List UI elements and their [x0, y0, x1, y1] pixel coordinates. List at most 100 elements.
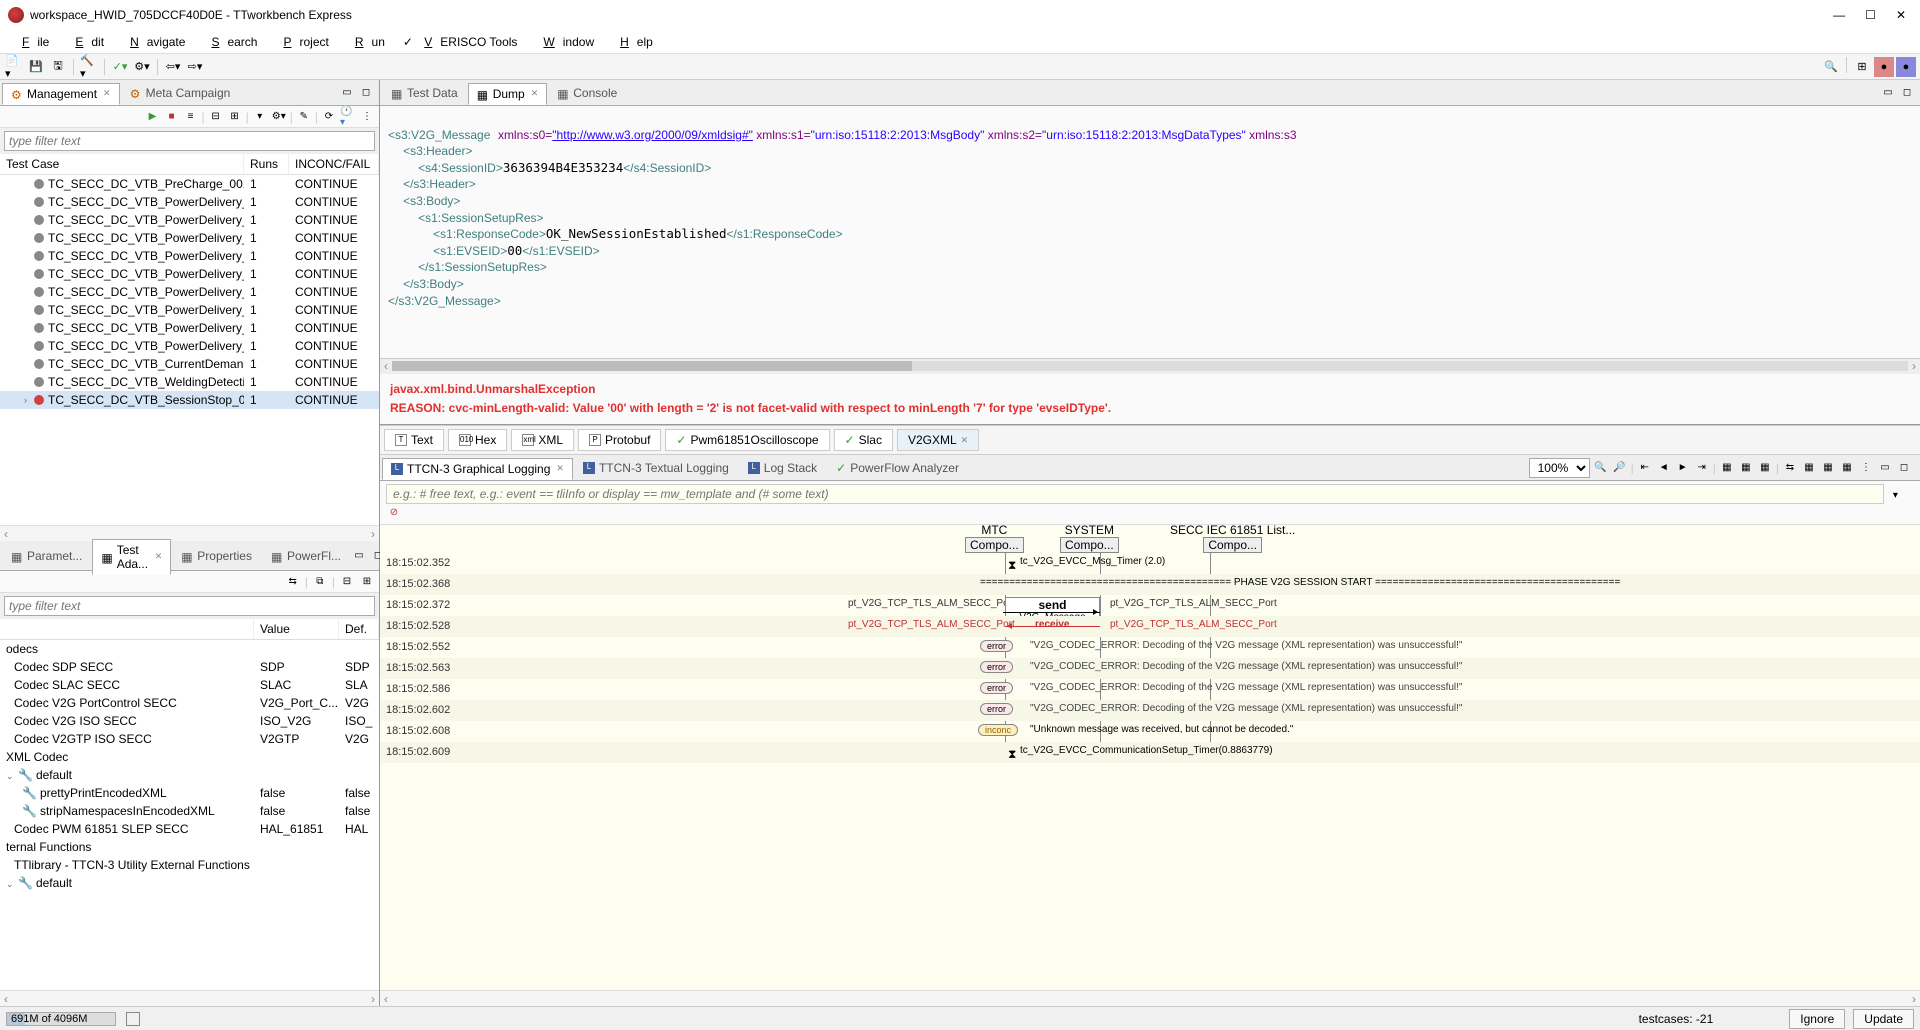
test-row[interactable]: TC_SECC_DC_VTB_PowerDelivery_01CONTINUE — [0, 283, 379, 301]
collapse-icon[interactable]: ⊟ — [208, 109, 224, 125]
menu-window[interactable]: Window — [527, 33, 602, 51]
refresh-icon[interactable]: ⟳ — [321, 109, 337, 125]
graphical-log[interactable]: MTCCompo...SYSTEMCompo...SECC IEC 61851 … — [380, 525, 1920, 991]
ignore-button[interactable]: Ignore — [1789, 1009, 1845, 1029]
tool-4-icon[interactable]: ⇆ — [1782, 460, 1798, 476]
log-row[interactable]: 18:15:02.528pt_V2G_TCP_TLS_ALM_SECC_Port… — [380, 616, 1920, 637]
trash-icon[interactable] — [126, 1012, 140, 1026]
nav-last-icon[interactable]: ⇥ — [1694, 460, 1710, 476]
update-button[interactable]: Update — [1853, 1009, 1914, 1029]
search-clear-icon[interactable]: ⊘ — [386, 505, 402, 521]
tab-log-stack[interactable]: LLog Stack — [739, 457, 826, 479]
test-row[interactable]: TC_SECC_DC_VTB_PowerDelivery_01CONTINUE — [0, 211, 379, 229]
stop-icon[interactable]: ■ — [164, 109, 180, 125]
tab-powerfl[interactable]: ▦PowerFl... — [262, 545, 350, 567]
tab-test-data[interactable]: ▦Test Data — [382, 82, 467, 104]
filter-icon[interactable]: ▾ — [252, 109, 268, 125]
tool-3-icon[interactable]: ▦ — [1757, 460, 1773, 476]
codec-row[interactable]: Codec V2G ISO SECCISO_V2GISO_ — [0, 712, 379, 730]
codec-row[interactable]: 🔧prettyPrintEncodedXMLfalsefalse — [0, 784, 379, 802]
copy-icon[interactable]: ⧉ — [312, 574, 328, 590]
test-row[interactable]: TC_SECC_DC_VTB_WeldingDetectic1CONTINUE — [0, 373, 379, 391]
test-row[interactable]: TC_SECC_DC_VTB_PowerDelivery_01CONTINUE — [0, 319, 379, 337]
codec-row[interactable]: ⌄🔧default — [0, 874, 379, 892]
perspective-1-icon[interactable]: ● — [1874, 57, 1894, 77]
format-tab-pwm61851oscilloscope[interactable]: ✓Pwm61851Oscilloscope — [665, 429, 829, 451]
perspective-2-icon[interactable]: ● — [1896, 57, 1916, 77]
min-icon[interactable]: ▭ — [1880, 85, 1896, 101]
col-testcase[interactable]: Test Case — [0, 154, 244, 174]
tool-7-icon[interactable]: ▦ — [1839, 460, 1855, 476]
log-row[interactable]: 18:15:02.552error"V2G_CODEC_ERROR: Decod… — [380, 637, 1920, 658]
test-tree[interactable]: Test Case Runs INCONC/FAIL TC_SECC_DC_VT… — [0, 154, 379, 525]
run-icon[interactable]: ▶ — [145, 109, 161, 125]
tab-meta-campaign[interactable]: ⚙ Meta Campaign — [121, 82, 240, 104]
menu-icon[interactable]: ⋮ — [359, 109, 375, 125]
tab-ttcn-3-textual-logging[interactable]: LTTCN-3 Textual Logging — [574, 457, 738, 479]
component-header[interactable]: MTCCompo... — [965, 525, 1024, 553]
back-icon[interactable]: ⇦▾ — [163, 57, 183, 77]
tool-5-icon[interactable]: ▦ — [1801, 460, 1817, 476]
close-icon[interactable]: ✕ — [103, 88, 111, 99]
format-tab-xml[interactable]: xmlXML — [511, 429, 574, 451]
new-icon[interactable]: 📄▾ — [4, 57, 24, 77]
maximize-view-icon[interactable]: ◻ — [358, 85, 374, 101]
codec-row[interactable]: Codec PWM 61851 SLEP SECCHAL_61851HAL — [0, 820, 379, 838]
gear-icon[interactable]: ⚙▾ — [271, 109, 287, 125]
min-icon[interactable]: ▭ — [351, 548, 367, 564]
codec-row[interactable]: XML Codec — [0, 748, 379, 766]
tab-paramet[interactable]: ▦Paramet... — [2, 545, 91, 567]
menu-navigate[interactable]: Navigate — [114, 33, 193, 51]
codec-row[interactable]: ternal Functions — [0, 838, 379, 856]
codec-row[interactable]: TTlibrary - TTCN-3 Utility External Func… — [0, 856, 379, 874]
test-row[interactable]: TC_SECC_DC_VTB_PowerDelivery_01CONTINUE — [0, 265, 379, 283]
min-icon[interactable]: ▭ — [1877, 460, 1893, 476]
tab-dump[interactable]: ▦Dump✕ — [468, 83, 548, 105]
col-runs[interactable]: Runs — [244, 154, 289, 174]
menu-icon[interactable]: ⋮ — [1858, 460, 1874, 476]
menu-search[interactable]: Search — [195, 33, 265, 51]
tab-management[interactable]: ⚙ Management ✕ — [2, 83, 120, 105]
minimize-view-icon[interactable]: ▭ — [339, 85, 355, 101]
log-row[interactable]: 18:15:02.608inconc"Unknown message was r… — [380, 721, 1920, 742]
perspective-open-icon[interactable]: ⊞ — [1852, 57, 1872, 77]
tab-powerflow-analyzer[interactable]: ✓PowerFlow Analyzer — [827, 457, 968, 479]
log-row[interactable]: 18:15:02.352⧗tc_V2G_EVCC_Msg_Timer (2.0) — [380, 553, 1920, 574]
log-row[interactable]: 18:15:02.372pt_V2G_TCP_TLS_ALM_SECC_Port… — [380, 595, 1920, 616]
col-inconc[interactable]: INCONC/FAIL — [289, 154, 379, 174]
test-row[interactable]: TC_SECC_DC_VTB_PowerDelivery_01CONTINUE — [0, 247, 379, 265]
test-row[interactable]: TC_SECC_DC_VTB_CurrentDemand1CONTINUE — [0, 355, 379, 373]
minimize-button[interactable]: — — [1833, 8, 1845, 22]
tool-2-icon[interactable]: ▦ — [1738, 460, 1754, 476]
forward-icon[interactable]: ⇨▾ — [185, 57, 205, 77]
menu-project[interactable]: Project — [267, 33, 336, 51]
clock-icon[interactable]: 🕐▾ — [340, 109, 356, 125]
test-row[interactable]: TC_SECC_DC_VTB_PreCharge_0011CONTINUE — [0, 175, 379, 193]
tab-console[interactable]: ▦Console — [548, 82, 626, 104]
menu-run[interactable]: Run — [339, 33, 393, 51]
codec-row[interactable]: 🔧stripNamespacesInEncodedXMLfalsefalse — [0, 802, 379, 820]
collapse-all-icon[interactable]: ⊟ — [339, 574, 355, 590]
expand-all-icon[interactable]: ⊞ — [359, 574, 375, 590]
codec-table[interactable]: Value Def. odecsCodec SDP SECCSDPSDPCode… — [0, 619, 379, 990]
memory-bar[interactable]: 691M of 4096M — [6, 1012, 116, 1026]
max-icon[interactable]: ◻ — [1899, 85, 1915, 101]
close-button[interactable]: ✕ — [1896, 8, 1906, 22]
codec-row[interactable]: Codec SLAC SECCSLACSLA — [0, 676, 379, 694]
log-row[interactable]: 18:15:02.609⧗tc_V2G_EVCC_CommunicationSe… — [380, 742, 1920, 763]
tab-properties[interactable]: ▦Properties — [172, 545, 261, 567]
menu-help[interactable]: Help — [604, 33, 661, 51]
check-icon[interactable]: ✓▾ — [110, 57, 130, 77]
link-icon[interactable]: ⇆ — [285, 574, 301, 590]
col-name[interactable] — [0, 619, 254, 639]
nav-first-icon[interactable]: ⇤ — [1637, 460, 1653, 476]
menu-verisco-tools[interactable]: ✓ VERISCO Tools — [395, 33, 526, 51]
log-row[interactable]: 18:15:02.368============================… — [380, 574, 1920, 595]
codec-row[interactable]: Codec V2GTP ISO SECCV2GTPV2G — [0, 730, 379, 748]
format-tab-text[interactable]: TText — [384, 429, 444, 451]
pause-icon[interactable]: ≡ — [183, 109, 199, 125]
log-search-input[interactable] — [386, 484, 1884, 504]
format-tab-slac[interactable]: ✓Slac — [834, 429, 893, 451]
component-header[interactable]: SYSTEMCompo... — [1060, 525, 1119, 553]
format-tab-protobuf[interactable]: PProtobuf — [578, 429, 661, 451]
